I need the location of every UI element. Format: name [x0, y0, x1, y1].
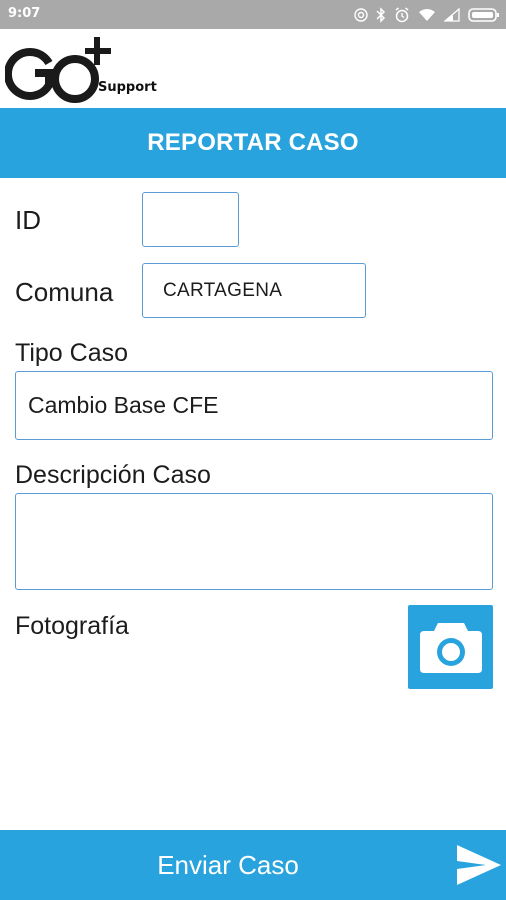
tipo-caso-label: Tipo Caso [15, 339, 129, 367]
app-logo [3, 35, 115, 107]
status-time: 9:07 [8, 6, 41, 21]
send-icon[interactable] [456, 844, 502, 886]
send-case-label: Enviar Caso [157, 849, 299, 880]
alarm-icon [395, 7, 409, 23]
comuna-field[interactable]: CARTAGENA [142, 263, 366, 318]
descripcion-field[interactable] [15, 493, 493, 590]
comuna-label: Comuna [15, 277, 114, 307]
logo-support-text: Support [98, 80, 157, 95]
signal-icon [444, 8, 460, 22]
camera-button[interactable] [408, 605, 493, 689]
send-case-button[interactable]: Enviar Caso [0, 830, 456, 900]
wifi-icon [419, 9, 435, 21]
bluetooth-icon [376, 7, 386, 23]
tipo-caso-field[interactable]: Cambio Base CFE [15, 371, 493, 440]
camera-icon [419, 623, 482, 673]
status-icons [354, 5, 500, 25]
page-title: REPORTAR CASO [147, 129, 359, 156]
tipo-caso-field-value: Cambio Base CFE [28, 392, 219, 418]
app-header: Support [0, 29, 506, 108]
id-label: ID [15, 205, 41, 235]
title-bar: REPORTAR CASO [0, 108, 506, 178]
id-field[interactable] [142, 192, 239, 247]
battery-icon [468, 8, 499, 22]
nfc-icon [354, 8, 368, 22]
descripcion-label: Descripción Caso [15, 461, 211, 489]
status-bar: 9:07 [0, 0, 506, 29]
fotografia-label: Fotografía [15, 612, 129, 640]
comuna-field-value: CARTAGENA [163, 279, 283, 301]
bottom-bar: Enviar Caso [0, 830, 506, 900]
app-screen: 9:07 Support REPORTAR CASO ID Comuna CAR… [0, 0, 506, 900]
